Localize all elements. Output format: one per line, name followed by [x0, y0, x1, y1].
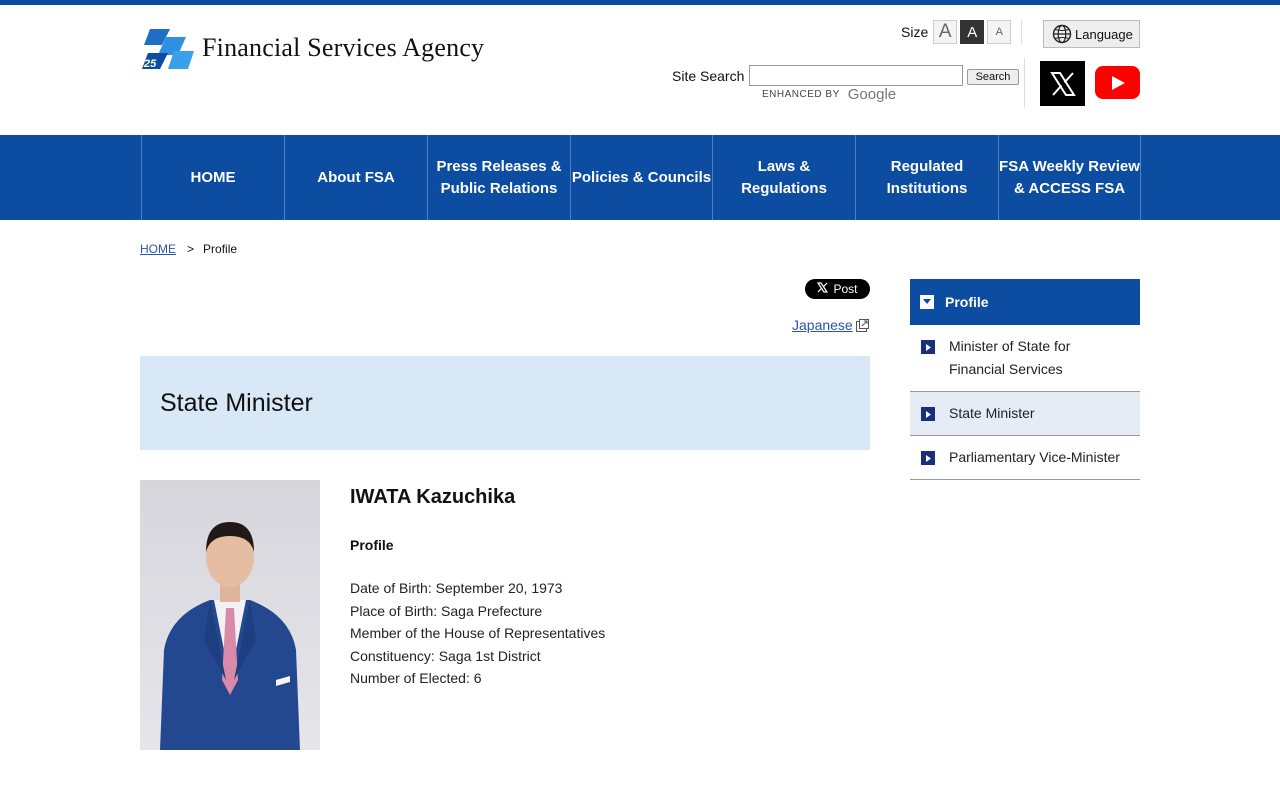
- detail-birth-place: Place of Birth: Saga Prefecture: [350, 602, 543, 619]
- nav-about-fsa[interactable]: About FSA: [285, 135, 428, 220]
- sidebar-heading-label: Profile: [945, 294, 989, 310]
- main-nav: HOME About FSA Press Releases & Public R…: [0, 135, 1280, 220]
- page-title-box: State Minister: [140, 356, 870, 450]
- youtube-button[interactable]: [1095, 66, 1140, 99]
- nav-home[interactable]: HOME: [142, 135, 285, 220]
- chevron-right-icon: [921, 451, 935, 465]
- sidebar-item-parliamentary-vice-minister[interactable]: Parliamentary Vice-Minister: [910, 436, 1140, 480]
- sidebar-item-label: Minister of State for Financial Services: [949, 338, 1071, 377]
- nav-regulated-institutions[interactable]: Regulated Institutions: [856, 135, 999, 220]
- x-post-button[interactable]: Post: [805, 279, 870, 299]
- detail-times-elected: Number of Elected: 6: [350, 670, 482, 686]
- page-title: State Minister: [160, 389, 313, 417]
- sidebar-item-state-minister[interactable]: State Minister: [910, 392, 1140, 436]
- site-search-label: Site Search: [672, 68, 745, 84]
- person-name: IWATA Kazuchika: [350, 486, 516, 508]
- top-accent-bar: [0, 0, 1280, 5]
- youtube-play-icon: [1111, 75, 1125, 90]
- breadcrumb-home-link[interactable]: HOME: [140, 242, 176, 256]
- breadcrumb: HOME > Profile: [140, 242, 237, 256]
- size-label: Size: [901, 24, 929, 40]
- breadcrumb-separator: >: [187, 242, 195, 256]
- fsa-logo[interactable]: 25 Financial Services Agency: [142, 25, 484, 71]
- x-social-button[interactable]: [1040, 61, 1085, 106]
- external-link-icon: [855, 318, 869, 332]
- detail-birth-date: Date of Birth: September 20, 1973: [350, 580, 563, 596]
- nav-laws-regulations[interactable]: Laws & Regulations: [713, 135, 856, 220]
- svg-text:25: 25: [143, 58, 157, 70]
- globe-icon: [1052, 24, 1072, 44]
- logo-text: Financial Services Agency: [202, 33, 485, 62]
- text-size-control: Size A A A: [901, 20, 1014, 44]
- chevron-right-icon: [921, 407, 935, 421]
- collapse-toggle-icon: [920, 295, 934, 309]
- x-logo-icon: [1049, 71, 1076, 96]
- chevron-right-icon: [921, 340, 935, 354]
- detail-membership: Member of the House of Representatives: [350, 625, 606, 641]
- size-small-button[interactable]: A: [987, 20, 1012, 44]
- size-large-button[interactable]: A: [933, 20, 958, 44]
- profile-heading: Profile: [350, 537, 394, 553]
- post-label: Post: [833, 282, 858, 296]
- language-label: Language: [1075, 26, 1133, 42]
- nav-press-releases[interactable]: Press Releases & Public Relations: [428, 135, 571, 220]
- header-divider-social: [1024, 58, 1025, 108]
- sidebar-item-label: State Minister: [949, 405, 1035, 421]
- japanese-link[interactable]: Japanese: [792, 317, 869, 333]
- enhanced-by-label: ENHANCED BY: [762, 89, 840, 100]
- header-divider: [1021, 20, 1022, 44]
- nav-weekly-review[interactable]: FSA Weekly Review & ACCESS FSA: [999, 135, 1141, 220]
- google-logo: Google: [847, 86, 897, 103]
- sidebar-list: Minister of State for Financial Services…: [910, 325, 1140, 480]
- fsa-logo-mark-icon: 25: [142, 25, 194, 71]
- sidebar-item-minister-of-state[interactable]: Minister of State for Financial Services: [910, 325, 1140, 392]
- size-medium-button[interactable]: A: [960, 20, 985, 44]
- sidebar-heading[interactable]: Profile: [910, 279, 1140, 325]
- sidebar-item-label: Parliamentary Vice-Minister: [949, 449, 1120, 465]
- breadcrumb-current: Profile: [203, 242, 238, 256]
- x-logo-small-icon: [817, 282, 829, 296]
- japanese-link-label: Japanese: [792, 317, 853, 333]
- search-button[interactable]: Search: [967, 69, 1019, 85]
- language-button[interactable]: Language: [1043, 20, 1140, 48]
- enhanced-by-google: ENHANCED BY Google: [762, 86, 896, 103]
- profile-details: Date of Birth: September 20, 1973 Place …: [350, 577, 605, 690]
- detail-constituency: Constituency: Saga 1st District: [350, 647, 541, 664]
- nav-policies-councils[interactable]: Policies & Councils: [571, 135, 713, 220]
- search-input[interactable]: [749, 65, 963, 86]
- minister-portrait: [140, 480, 320, 750]
